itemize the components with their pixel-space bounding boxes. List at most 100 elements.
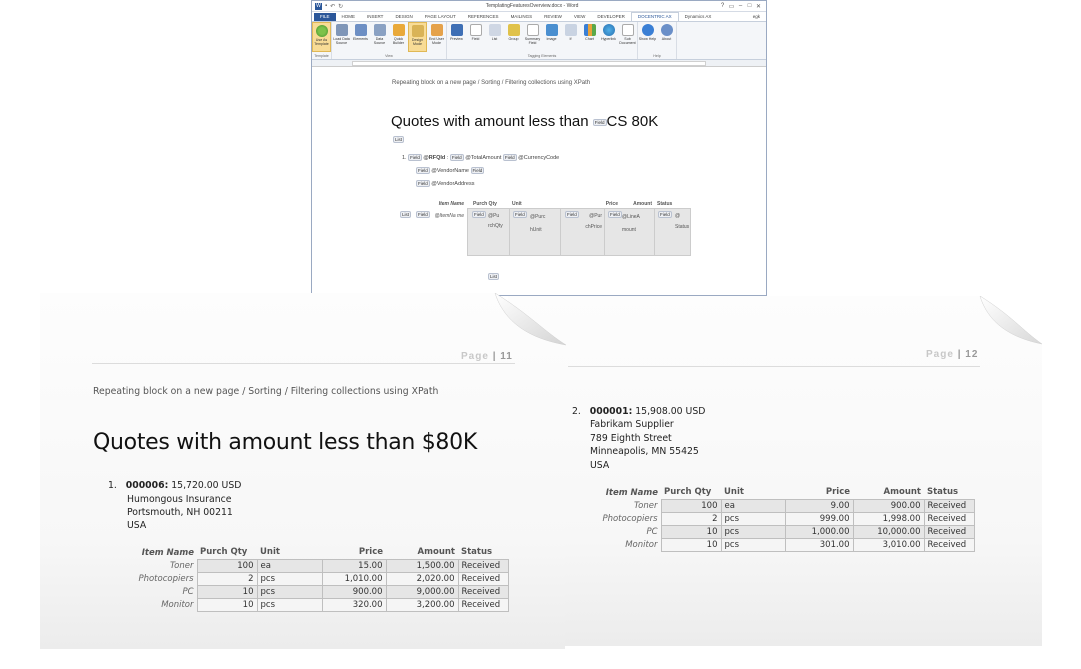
end-user-mode-label: End User Mode bbox=[429, 37, 444, 45]
col-item-name: Item Name bbox=[605, 487, 658, 498]
tpl-amount-field-tag[interactable]: Field bbox=[608, 211, 622, 218]
tab-insert[interactable]: INSERT bbox=[361, 13, 389, 21]
total-amount-field-tag[interactable]: Field bbox=[449, 154, 464, 161]
image-button[interactable]: Image bbox=[542, 22, 561, 52]
maximize-icon[interactable]: □ bbox=[745, 3, 754, 9]
elements-button[interactable]: Elements bbox=[351, 22, 370, 52]
tab-home[interactable]: HOME bbox=[336, 13, 362, 21]
undo-icon[interactable]: ↶ bbox=[330, 3, 335, 10]
cell-amount: 9,000.00 bbox=[385, 584, 459, 599]
vendor-address-field-tag[interactable]: Field bbox=[416, 180, 430, 187]
vendor-address-placeholder: @VendorAddress bbox=[431, 180, 475, 187]
minimize-icon[interactable]: – bbox=[736, 3, 745, 9]
page-11-num: 11 bbox=[500, 351, 513, 362]
cell-amount: 1,998.00 bbox=[852, 511, 925, 526]
tpl-cell-item-name: @ItemNa me bbox=[434, 213, 464, 219]
document-canvas[interactable]: Repeating block on a new page / Sorting … bbox=[312, 70, 766, 295]
table-row: Photocopiers 2 pcs 999.00 1,998.00 Received bbox=[568, 511, 975, 526]
col-amount: Amount bbox=[883, 487, 921, 498]
design-mode-button[interactable]: Design Mode bbox=[408, 22, 427, 52]
list-number: 1. bbox=[402, 154, 407, 161]
heading-field-tag[interactable]: Field bbox=[592, 118, 607, 126]
col-unit: Unit bbox=[260, 547, 280, 558]
tab-docentric-ax[interactable]: DOCENTRIC AX bbox=[630, 12, 679, 21]
use-as-template-button[interactable]: Use As Template bbox=[312, 22, 331, 52]
list-tag[interactable]: List bbox=[393, 136, 405, 143]
cell-price: 9.00 bbox=[784, 498, 854, 513]
tab-mailings[interactable]: MAILINGS bbox=[505, 13, 539, 21]
view-group-label: View bbox=[385, 54, 393, 58]
end-user-mode-button[interactable]: End User Mode bbox=[427, 22, 446, 52]
quick-builder-label: Quick Builder bbox=[392, 37, 405, 45]
tab-file[interactable]: FILE bbox=[314, 13, 336, 21]
p11-quote-amount: 15,720.00 USD bbox=[171, 480, 242, 491]
page-12-num: 12 bbox=[965, 349, 979, 360]
tab-dynamics-ax[interactable]: Dynamics AX bbox=[679, 13, 718, 21]
page-12-label: Page bbox=[926, 349, 954, 360]
tab-page-layout[interactable]: PAGE LAYOUT bbox=[419, 13, 462, 21]
tpl-price-field-tag[interactable]: Field bbox=[565, 211, 579, 218]
currency-field-tag[interactable]: Field bbox=[502, 154, 517, 161]
tpl-item-field-tag[interactable]: Field bbox=[416, 211, 430, 218]
page-11-label: Page bbox=[461, 351, 489, 362]
field-button[interactable]: Field bbox=[466, 22, 485, 52]
quick-builder-button[interactable]: Quick Builder bbox=[389, 22, 408, 52]
rfqid-field-tag[interactable]: Field bbox=[408, 154, 422, 161]
p12-vendor-name: Fabrikam Supplier bbox=[590, 419, 674, 430]
save-icon[interactable]: ▪ bbox=[325, 3, 327, 9]
about-button[interactable]: About bbox=[657, 22, 676, 52]
horizontal-ruler[interactable] bbox=[312, 60, 766, 67]
p11-title: Quotes with amount less than $80K bbox=[93, 430, 477, 455]
tpl-unit-field-tag[interactable]: Field bbox=[513, 211, 527, 218]
tab-developer[interactable]: DEVELOPER bbox=[591, 13, 631, 21]
redo-icon[interactable]: ↻ bbox=[338, 3, 343, 10]
cell-unit: pcs bbox=[720, 524, 786, 539]
data-source-label: Data Source bbox=[373, 37, 386, 45]
ribbon-group-view: Load Data Source Elements Data Source Qu… bbox=[332, 22, 447, 59]
list-end-tag[interactable]: List bbox=[488, 273, 500, 280]
p11-address: Portsmouth, NH 00211 bbox=[127, 507, 233, 518]
group-icon bbox=[507, 24, 520, 36]
list-button[interactable]: List bbox=[485, 22, 504, 52]
tpl-row-list-tag[interactable]: List bbox=[400, 211, 412, 218]
summary-field-button[interactable]: Summary Field bbox=[523, 22, 542, 52]
help-icon[interactable]: ? bbox=[718, 3, 727, 9]
chart-button[interactable]: Chart bbox=[580, 22, 599, 52]
chart-label: Chart bbox=[585, 37, 594, 41]
table-row: PC 10 pcs 1,000.00 10,000.00 Received bbox=[568, 524, 975, 539]
tab-review[interactable]: REVIEW bbox=[538, 13, 568, 21]
col-item-name: Item Name bbox=[141, 547, 194, 558]
if-button[interactable]: If bbox=[561, 22, 580, 52]
close-icon[interactable]: ✕ bbox=[754, 3, 763, 10]
tagging-group-label: Tagging Elements bbox=[527, 54, 557, 58]
table-row: Toner 100 ea 15.00 1,500.00 Received bbox=[93, 558, 509, 573]
page-12-number: Page | 12 bbox=[926, 349, 979, 360]
help-circle-icon bbox=[641, 24, 654, 36]
tab-view[interactable]: VIEW bbox=[568, 13, 592, 21]
vendor-name-end-tag[interactable]: Field bbox=[470, 167, 485, 174]
tpl-status-field-tag[interactable]: Field bbox=[658, 211, 672, 218]
tab-references[interactable]: REFERENCES bbox=[462, 13, 505, 21]
preview-button[interactable]: Preview bbox=[447, 22, 466, 52]
ruler-page-area bbox=[352, 61, 706, 66]
quote-line-2: Field @VendorName Field bbox=[416, 167, 485, 174]
user-name[interactable]: egk bbox=[747, 13, 766, 21]
p12-quote-id: 000001: bbox=[589, 406, 633, 417]
load-data-source-button[interactable]: Load Data Source bbox=[332, 22, 351, 52]
sub-document-button[interactable]: Sub Document bbox=[618, 22, 637, 52]
vendor-name-field-tag[interactable]: Field bbox=[416, 167, 430, 174]
info-icon bbox=[660, 24, 673, 36]
ribbon-group-tagging: Preview Field List Group Summary Field I… bbox=[447, 22, 638, 59]
data-source-button[interactable]: Data Source bbox=[370, 22, 389, 52]
doc-heading-text: Quotes with amount less than bbox=[391, 113, 589, 130]
cell-amount: 900.00 bbox=[852, 498, 925, 513]
show-help-button[interactable]: Show Help bbox=[638, 22, 657, 52]
cell-item-name: Toner bbox=[634, 500, 658, 511]
cell-purch-qty: 10 bbox=[196, 584, 258, 599]
hyperlink-button[interactable]: Hyperlink bbox=[599, 22, 618, 52]
tpl-header-item-name: Item Name bbox=[438, 201, 464, 207]
group-button[interactable]: Group bbox=[504, 22, 523, 52]
tab-design[interactable]: DESIGN bbox=[389, 13, 418, 21]
ribbon-display-icon[interactable]: ▭ bbox=[727, 3, 736, 10]
tpl-qty-field-tag[interactable]: Field bbox=[472, 211, 486, 218]
